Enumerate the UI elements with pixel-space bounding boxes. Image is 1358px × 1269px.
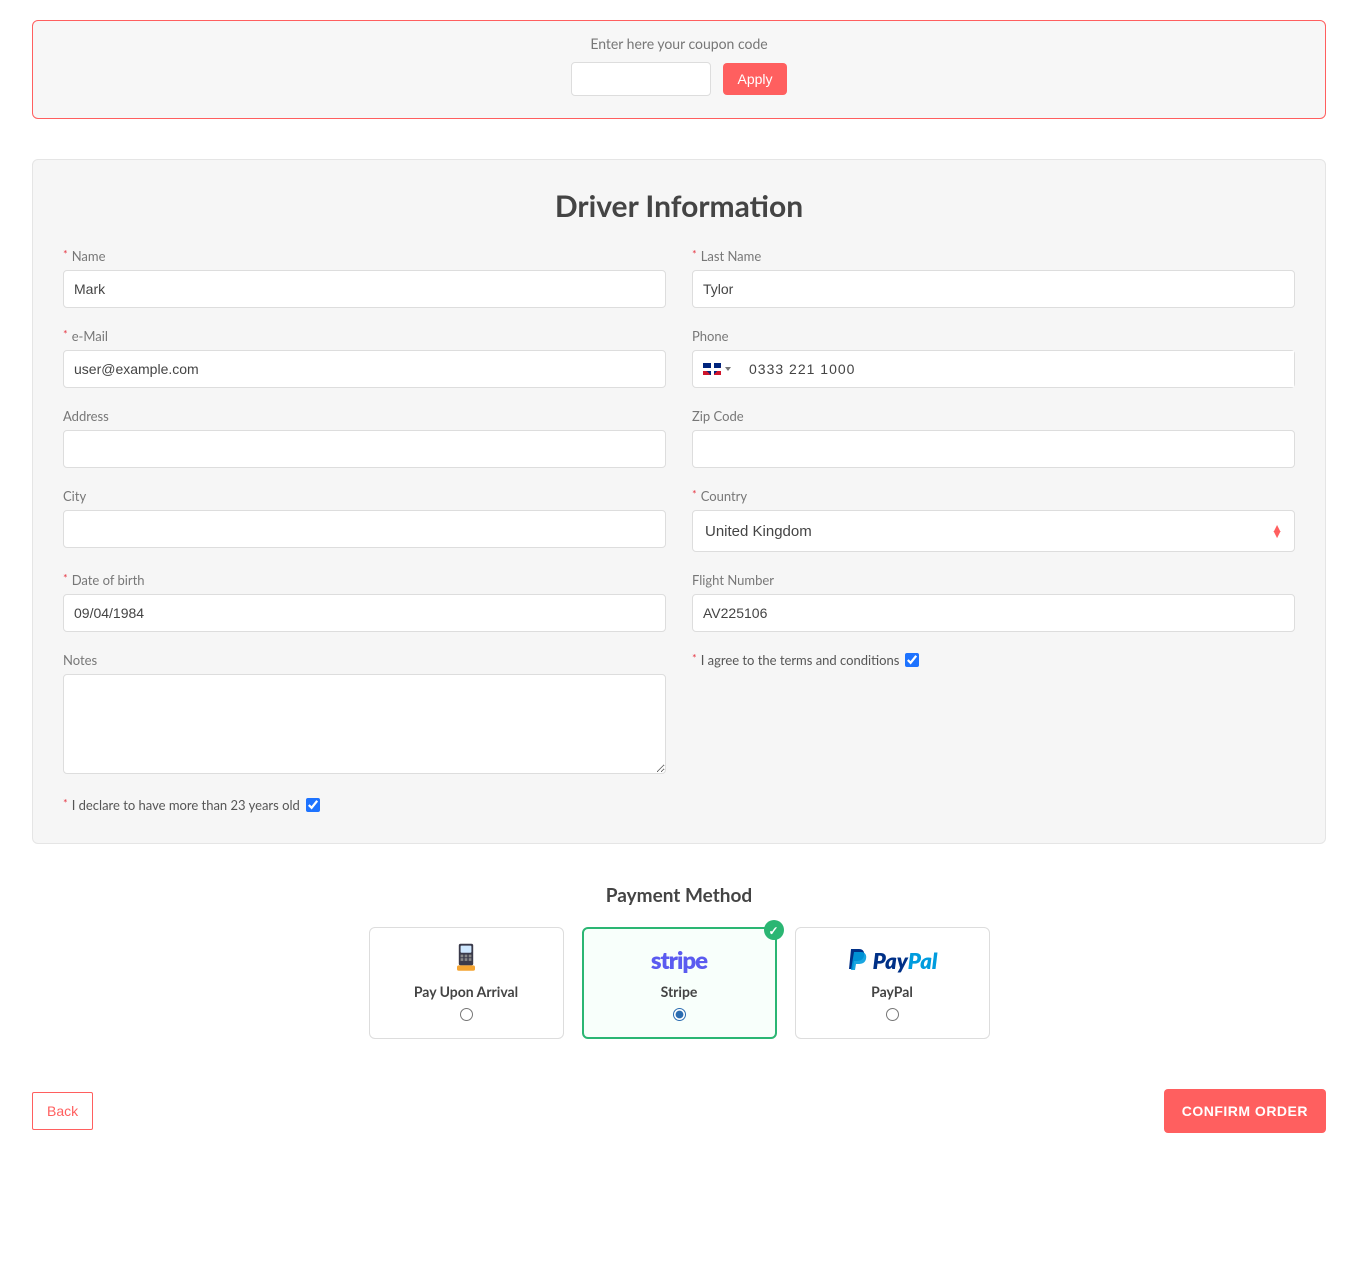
driver-info-title: Driver Information <box>63 188 1295 224</box>
lastname-input[interactable] <box>692 270 1295 308</box>
terms-checkbox[interactable] <box>905 653 919 667</box>
driver-info-panel: Driver Information Name Last Name e-Mail… <box>32 159 1326 844</box>
payment-option-paypal[interactable]: PayPal PayPal <box>795 927 990 1039</box>
apply-button[interactable]: Apply <box>723 63 786 95</box>
chevron-down-icon <box>725 367 731 371</box>
lastname-label: Last Name <box>692 248 1295 264</box>
payment-options: Pay Upon Arrival stripe Stripe PayPal Pa… <box>32 927 1326 1039</box>
address-label: Address <box>63 408 666 424</box>
payment-paypal-label: PayPal <box>871 983 913 1000</box>
email-label: e-Mail <box>63 328 666 344</box>
footer-actions: Back CONFIRM ORDER <box>32 1089 1326 1133</box>
payment-stripe-label: Stripe <box>661 983 698 1000</box>
payment-stripe-radio[interactable] <box>673 1008 686 1021</box>
payment-option-arrival[interactable]: Pay Upon Arrival <box>369 927 564 1039</box>
stripe-logo-icon: stripe <box>651 945 707 975</box>
coupon-panel: Enter here your coupon code Apply <box>32 20 1326 119</box>
dob-input[interactable] <box>63 594 666 632</box>
dob-label: Date of birth <box>63 572 666 588</box>
payment-option-stripe[interactable]: stripe Stripe <box>582 927 777 1039</box>
flight-input[interactable] <box>692 594 1295 632</box>
payment-arrival-label: Pay Upon Arrival <box>414 983 518 1000</box>
phone-label: Phone <box>692 328 1295 344</box>
uk-flag-icon <box>703 363 721 375</box>
paypal-logo-icon: PayPal <box>847 945 938 975</box>
city-input[interactable] <box>63 510 666 548</box>
flight-label: Flight Number <box>692 572 1295 588</box>
address-input[interactable] <box>63 430 666 468</box>
notes-input[interactable] <box>63 674 666 774</box>
pos-terminal-icon <box>449 945 483 975</box>
age-declaration-label: I declare to have more than 23 years old <box>63 797 300 813</box>
payment-paypal-radio[interactable] <box>886 1008 899 1021</box>
name-input[interactable] <box>63 270 666 308</box>
notes-label: Notes <box>63 652 666 668</box>
coupon-label: Enter here your coupon code <box>53 35 1305 52</box>
country-select[interactable]: United Kingdom <box>692 510 1295 552</box>
phone-input[interactable] <box>741 351 1294 387</box>
age-checkbox[interactable] <box>306 798 320 812</box>
coupon-input[interactable] <box>571 62 711 96</box>
terms-label: I agree to the terms and conditions <box>692 652 899 668</box>
city-label: City <box>63 488 666 504</box>
payment-arrival-radio[interactable] <box>460 1008 473 1021</box>
name-label: Name <box>63 248 666 264</box>
confirm-order-button[interactable]: CONFIRM ORDER <box>1164 1089 1326 1133</box>
zip-input[interactable] <box>692 430 1295 468</box>
payment-method-title: Payment Method <box>32 884 1326 907</box>
phone-country-selector[interactable] <box>693 363 741 375</box>
country-label: Country <box>692 488 1295 504</box>
back-button[interactable]: Back <box>32 1092 93 1130</box>
email-input[interactable] <box>63 350 666 388</box>
zip-label: Zip Code <box>692 408 1295 424</box>
